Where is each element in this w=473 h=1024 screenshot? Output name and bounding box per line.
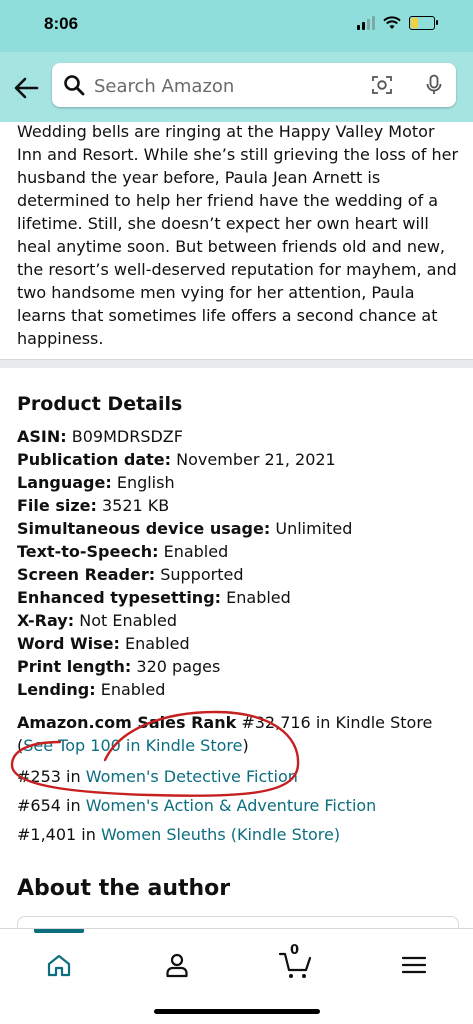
signal-icon [357,16,375,30]
hamburger-menu-icon [402,956,426,974]
category-link-womens-detective-fiction[interactable]: Women's Detective Fiction [86,767,298,786]
detail-row-text-to-speech: Text-to-Speech: Enabled [17,540,352,563]
detail-label: X-Ray: [17,611,75,630]
detail-row-x-ray: X-Ray: Not Enabled [17,609,352,632]
detail-value: November 21, 2021 [176,450,336,469]
detail-label: File size: [17,496,97,515]
sales-rank-label: Amazon.com Sales Rank [17,713,237,732]
detail-row-enhanced-typesetting: Enhanced typesetting: Enabled [17,586,352,609]
detail-value: 3521 KB [101,496,170,515]
detail-label: Screen Reader: [17,565,156,584]
category-rank: #253 in [17,767,81,786]
book-description: Wedding bells are ringing at the Happy V… [17,122,459,348]
detail-label: Lending: [17,680,96,699]
sales-rank-close-paren: ) [242,736,249,755]
sales-rank-block: Amazon.com Sales Rank #32,716 in Kindle … [17,711,457,849]
status-icons [357,16,438,30]
back-arrow-icon[interactable] [12,74,40,102]
category-rank-row: #654 in Women's Action & Adventure Ficti… [17,791,457,820]
section-divider [0,359,473,368]
search-input[interactable] [92,63,376,109]
nav-home[interactable] [39,945,79,985]
product-details-title: Product Details [17,393,183,415]
category-rank-row: #1,401 in Women Sleuths (Kindle Store) [17,820,457,849]
detail-label: Publication date: [17,450,172,469]
detail-label: Enhanced typesetting: [17,588,222,607]
home-indicator [154,1009,320,1014]
cart-count: 0 [290,943,300,958]
detail-label: ASIN: [17,427,67,446]
detail-value: English [116,473,175,492]
nav-cart[interactable]: 0 [276,943,316,985]
detail-row-print-length: Print length: 320 pages [17,655,352,678]
nav-menu[interactable] [394,945,434,985]
about-author-title: About the author [17,876,231,901]
active-tab-indicator [34,929,84,933]
nav-account[interactable] [157,945,197,985]
category-link-womens-action-adventure[interactable]: Women's Action & Adventure Fiction [86,796,377,815]
search-box[interactable] [52,63,456,109]
detail-value: Enabled [226,588,291,607]
category-rank: #654 in [17,796,81,815]
product-details-list: ASIN: B09MDRSDZF Publication date: Novem… [17,425,352,701]
battery-icon [409,16,438,30]
detail-row-device-usage: Simultaneous device usage: Unlimited [17,517,352,540]
category-rank-row: #253 in Women's Detective Fiction [17,762,457,791]
detail-row-publication-date: Publication date: November 21, 2021 [17,448,352,471]
search-icon [64,75,85,96]
person-icon [166,953,188,978]
detail-row-file-size: File size: 3521 KB [17,494,352,517]
detail-value: 320 pages [136,657,221,676]
status-bar: 8:06 [0,0,473,52]
category-rank: #1,401 in [17,825,96,844]
home-icon [47,954,71,977]
detail-row-language: Language: English [17,471,352,494]
detail-label: Print length: [17,657,132,676]
detail-value: Enabled [100,680,166,699]
detail-row-word-wise: Word Wise: Enabled [17,632,352,655]
detail-label: Word Wise: [17,634,120,653]
see-top-100-link[interactable]: See Top 100 in Kindle Store [23,736,242,755]
detail-value: B09MDRSDZF [71,427,183,446]
camera-scan-icon[interactable] [370,73,394,97]
microphone-icon[interactable] [422,73,446,97]
detail-value: Enabled [163,542,229,561]
detail-label: Simultaneous device usage: [17,519,271,538]
detail-row-screen-reader: Screen Reader: Supported [17,563,352,586]
detail-row-lending: Lending: Enabled [17,678,352,701]
search-header [0,52,473,122]
detail-value: Unlimited [275,519,353,538]
detail-value: Enabled [124,634,190,653]
wifi-icon [383,16,401,29]
category-link-women-sleuths[interactable]: Women Sleuths (Kindle Store) [101,825,340,844]
detail-label: Language: [17,473,112,492]
detail-label: Text-to-Speech: [17,542,159,561]
sales-rank-main: Amazon.com Sales Rank #32,716 in Kindle … [17,711,457,757]
detail-row-asin: ASIN: B09MDRSDZF [17,425,352,448]
detail-value: Not Enabled [79,611,177,630]
status-time: 8:06 [44,14,79,33]
detail-value: Supported [160,565,244,584]
